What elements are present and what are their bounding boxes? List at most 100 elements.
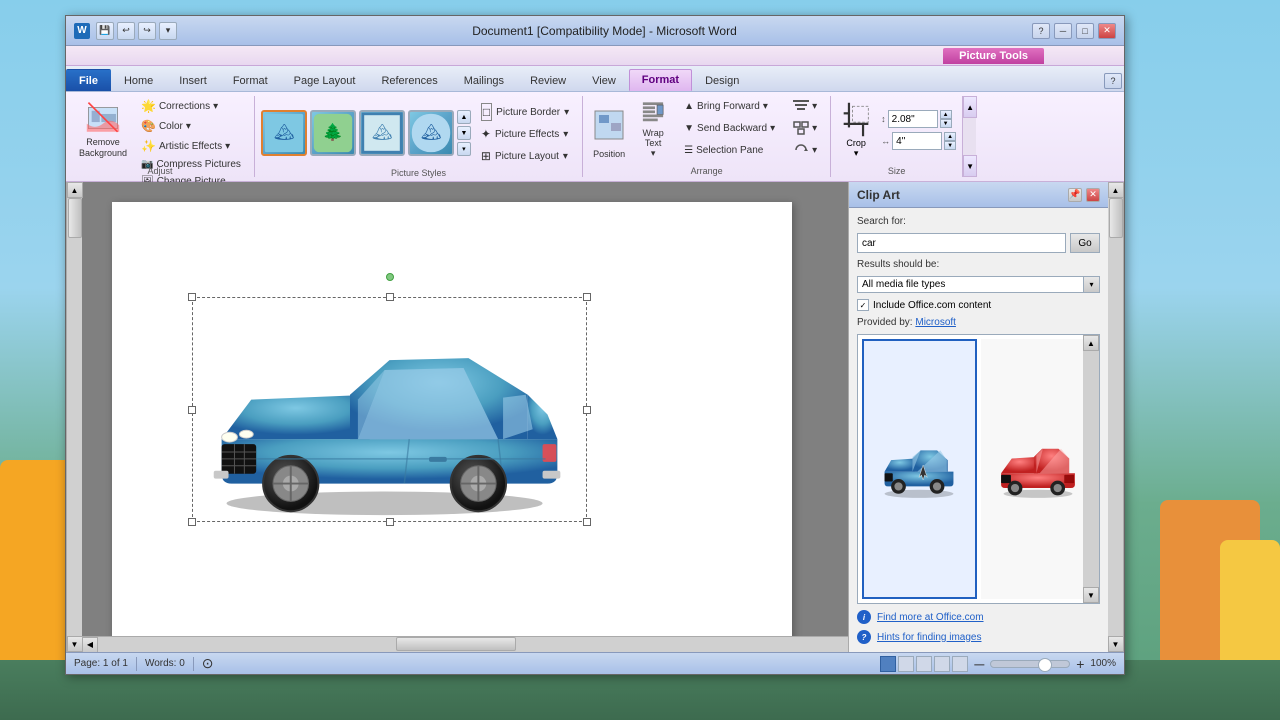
undo-button[interactable]: ↩ <box>117 22 135 40</box>
scroll-down[interactable]: ▼ <box>457 126 471 140</box>
zoom-plus[interactable]: + <box>1076 656 1084 672</box>
tab-view[interactable]: View <box>579 69 629 91</box>
rotate-button[interactable]: ▾ <box>786 140 824 160</box>
handle-tl[interactable] <box>188 293 196 301</box>
picture-border-button[interactable]: □ Picture Border ▾ <box>474 102 576 122</box>
send-backward-button[interactable]: ▼ Send Backward ▾ <box>677 118 782 138</box>
picture-layout-button[interactable]: ⊞ Picture Layout ▾ <box>474 146 576 166</box>
tab-references[interactable]: References <box>368 69 450 91</box>
media-type-arrow[interactable]: ▾ <box>1083 277 1099 292</box>
right-scroll-down[interactable]: ▼ <box>1108 636 1124 652</box>
results-scrollbar[interactable]: ▲ ▼ <box>1083 335 1099 603</box>
group-button[interactable]: ▾ <box>786 118 824 138</box>
picture-effects-button[interactable]: ✦ Picture Effects ▾ <box>474 124 576 144</box>
width-up[interactable]: ▲ <box>944 132 956 141</box>
zoom-minus[interactable]: ─ <box>974 656 984 672</box>
draft-btn[interactable] <box>952 656 968 672</box>
result-item-2[interactable] <box>981 339 1096 599</box>
panel-pin-button[interactable]: 📌 <box>1068 188 1082 202</box>
minimize-button[interactable]: ─ <box>1054 23 1072 39</box>
go-button[interactable]: Go <box>1070 233 1100 253</box>
tab-mailings[interactable]: Mailings <box>451 69 517 91</box>
hints-row[interactable]: ? Hints for finding images <box>857 630 1100 636</box>
close-button[interactable]: ✕ <box>1098 23 1116 39</box>
crop-button[interactable]: Crop ▾ <box>837 96 875 164</box>
right-scrollbar[interactable]: ▲ ▼ <box>1108 182 1124 652</box>
handle-mr[interactable] <box>583 406 591 414</box>
results-scroll-up[interactable]: ▲ <box>1083 335 1099 351</box>
include-office-checkbox[interactable]: ✓ <box>857 299 869 311</box>
tab-format-word[interactable]: Format <box>220 69 281 91</box>
help-button[interactable]: ? <box>1032 23 1050 39</box>
customize-qa-button[interactable]: ▾ <box>159 22 177 40</box>
tab-home[interactable]: Home <box>111 69 166 91</box>
car-container[interactable] <box>192 297 587 522</box>
position-button[interactable]: Position <box>589 96 629 164</box>
left-scrollbar[interactable]: ▲ ▼ <box>66 182 82 652</box>
outline-btn[interactable] <box>934 656 950 672</box>
find-more-row[interactable]: i Find more at Office.com <box>857 610 1100 624</box>
tab-page-layout[interactable]: Page Layout <box>281 69 369 91</box>
scroll-down-btn[interactable]: ▼ <box>67 636 83 652</box>
height-up[interactable]: ▲ <box>940 110 952 119</box>
media-type-select[interactable]: All media file types ▾ <box>857 276 1100 293</box>
search-input[interactable] <box>857 233 1066 253</box>
results-scroll-down[interactable]: ▼ <box>1083 587 1099 603</box>
rotate-handle[interactable] <box>386 273 394 281</box>
scroll-up[interactable]: ▲ <box>457 110 471 124</box>
handle-br[interactable] <box>583 518 591 526</box>
height-spinner: ▲ ▼ <box>940 110 952 128</box>
web-layout-btn[interactable] <box>916 656 932 672</box>
handle-bm[interactable] <box>386 518 394 526</box>
handle-bl[interactable] <box>188 518 196 526</box>
tab-file[interactable]: File <box>66 69 111 91</box>
provider-link[interactable]: Microsoft <box>915 317 956 328</box>
save-button[interactable]: 💾 <box>96 22 114 40</box>
ribbon-scroll-up[interactable]: ▲ <box>963 96 977 118</box>
pic-style-4[interactable]: 🏔 <box>408 110 454 156</box>
panel-close-button[interactable]: ✕ <box>1086 188 1100 202</box>
print-layout-btn[interactable] <box>880 656 896 672</box>
find-more-link[interactable]: Find more at Office.com <box>877 612 984 623</box>
pic-style-2[interactable]: 🌲 <box>310 110 356 156</box>
picture-effects-label: Picture Effects <box>495 129 559 140</box>
h-scroll-left[interactable]: ◀ <box>82 637 98 653</box>
tab-review[interactable]: Review <box>517 69 579 91</box>
right-scroll-up[interactable]: ▲ <box>1108 182 1124 198</box>
pic-style-1[interactable]: 🏔 <box>261 110 307 156</box>
handle-tm[interactable] <box>386 293 394 301</box>
scroll-more[interactable]: ▾ <box>457 142 471 156</box>
align-button[interactable]: ▾ <box>786 96 824 116</box>
scroll-up-btn[interactable]: ▲ <box>67 182 83 198</box>
ribbon-help-button[interactable]: ? <box>1104 73 1122 89</box>
full-reading-btn[interactable] <box>898 656 914 672</box>
handle-ml[interactable] <box>188 406 196 414</box>
hints-link[interactable]: Hints for finding images <box>877 632 982 637</box>
tab-format-picture[interactable]: Format <box>629 69 692 91</box>
restore-button[interactable]: □ <box>1076 23 1094 39</box>
height-down[interactable]: ▼ <box>940 119 952 128</box>
corrections-button[interactable]: 🌟 Corrections ▾ <box>136 96 246 116</box>
height-input[interactable]: 2.08" <box>888 110 938 128</box>
result-item-1[interactable] <box>862 339 977 599</box>
tab-design[interactable]: Design <box>692 69 752 91</box>
color-button[interactable]: 🎨 Color ▾ <box>136 116 246 136</box>
tab-insert[interactable]: Insert <box>166 69 220 91</box>
artistic-effects-button[interactable]: ✨ Artistic Effects ▾ <box>136 136 246 156</box>
redo-button[interactable]: ↪ <box>138 22 156 40</box>
zoom-thumb[interactable] <box>1038 658 1052 672</box>
pic-style-3[interactable]: 🏔 <box>359 110 405 156</box>
zoom-slider[interactable] <box>990 660 1070 668</box>
ribbon-scroll-down[interactable]: ▼ <box>963 155 977 177</box>
wrap-text-button[interactable]: WrapText ▾ <box>633 96 673 164</box>
picture-styles-scroll[interactable]: ▲ ▼ ▾ <box>457 110 471 156</box>
right-scroll-thumb[interactable] <box>1109 198 1123 238</box>
scroll-thumb[interactable] <box>68 198 82 238</box>
width-down[interactable]: ▼ <box>944 141 956 150</box>
h-scroll-thumb[interactable] <box>396 637 516 651</box>
remove-background-button[interactable]: RemoveBackground <box>74 96 132 164</box>
width-input[interactable]: 4" <box>892 132 942 150</box>
bring-forward-button[interactable]: ▲ Bring Forward ▾ <box>677 96 782 116</box>
selection-pane-button[interactable]: ☰ Selection Pane <box>677 140 782 160</box>
handle-tr[interactable] <box>583 293 591 301</box>
